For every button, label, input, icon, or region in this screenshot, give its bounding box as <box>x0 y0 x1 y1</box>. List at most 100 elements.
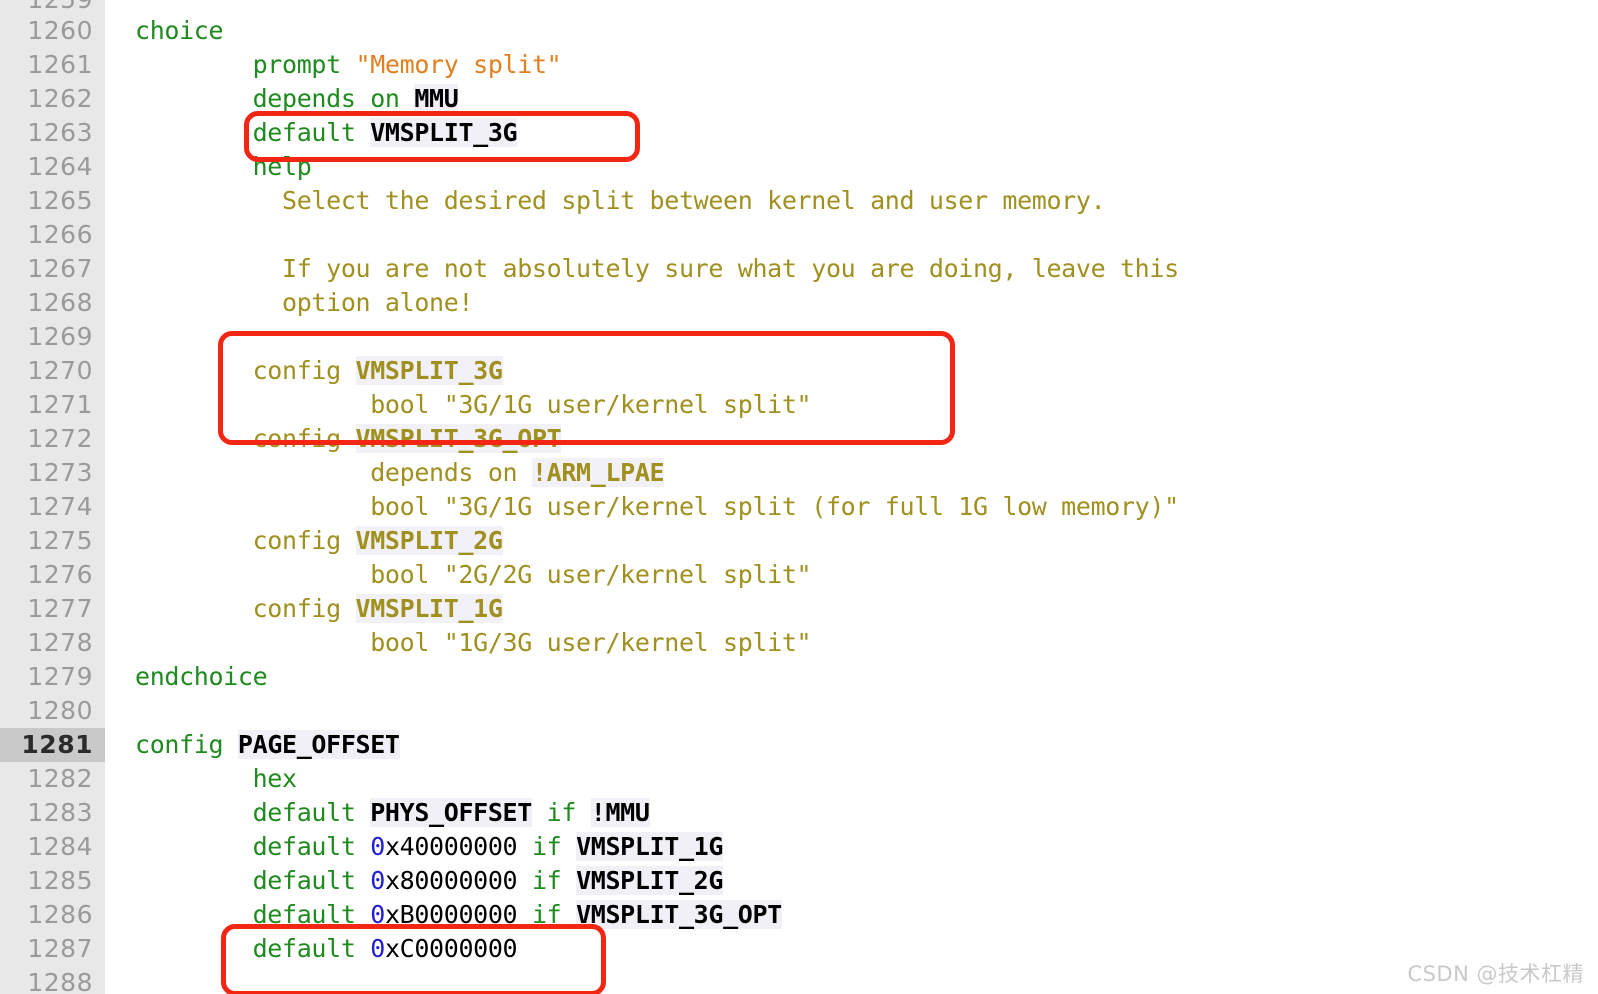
code-line[interactable]: 1284 default 0x40000000 if VMSPLIT_1G <box>0 830 1598 864</box>
line-number: 1264 <box>27 152 93 181</box>
code-line[interactable]: 1287 default 0xC0000000 <box>0 932 1598 966</box>
line-number: 1272 <box>27 424 93 453</box>
code-viewer: 12591260choice1261 prompt "Memory split"… <box>0 0 1598 994</box>
code-text[interactable]: config VMSPLIT_1G <box>135 592 503 626</box>
code-line[interactable]: 1279 endchoice <box>0 660 1598 694</box>
code-line[interactable]: 1273 depends on !ARM_LPAE <box>0 456 1598 490</box>
code-line[interactable]: 1261 prompt "Memory split" <box>0 48 1598 82</box>
code-text[interactable]: bool "3G/1G user/kernel split" <box>135 388 811 422</box>
line-number: 1262 <box>27 84 93 113</box>
code-text[interactable]: default PHYS_OFFSET if !MMU <box>135 796 650 830</box>
line-number: 1266 <box>27 220 93 249</box>
code-line[interactable]: 1280 <box>0 694 1598 728</box>
code-line[interactable]: 1272 config VMSPLIT_3G_OPT <box>0 422 1598 456</box>
line-number: 1287 <box>27 934 93 963</box>
code-token: xC0000000 <box>384 934 518 963</box>
code-line[interactable]: 1265 Select the desired split between ke… <box>0 184 1598 218</box>
code-line[interactable]: 1283 default PHYS_OFFSET if !MMU <box>0 796 1598 830</box>
line-number: 1280 <box>27 696 93 725</box>
code-token: xB0000000 <box>384 900 518 929</box>
code-token: VMSPLIT_2G <box>576 866 724 895</box>
code-text[interactable]: default VMSPLIT_3G <box>135 116 518 150</box>
line-number: 1286 <box>27 900 93 929</box>
code-line[interactable]: 1282 hex <box>0 762 1598 796</box>
code-line[interactable]: 1269 <box>0 320 1598 354</box>
code-text[interactable]: config PAGE_OFFSET <box>135 728 400 762</box>
code-token: option alone! <box>135 288 474 317</box>
line-number: 1270 <box>27 356 93 385</box>
code-text[interactable]: option alone! <box>135 286 473 320</box>
code-text[interactable]: hex <box>135 762 297 796</box>
code-token: default <box>135 866 371 895</box>
code-token: VMSPLIT_2G <box>355 526 503 555</box>
code-line[interactable]: 1267 If you are not absolutely sure what… <box>0 252 1598 286</box>
code-line[interactable]: 1278 bool "1G/3G user/kernel split" <box>0 626 1598 660</box>
line-number: 1275 <box>27 526 93 555</box>
code-text[interactable]: default 0xC0000000 <box>135 932 518 966</box>
code-text[interactable]: choice <box>135 14 224 48</box>
code-line[interactable]: 1285 default 0x80000000 if VMSPLIT_2G <box>0 864 1598 898</box>
code-token: VMSPLIT_3G <box>370 118 518 147</box>
code-token: config <box>135 730 238 759</box>
csdn-watermark: CSDN @技术杠精 <box>1407 962 1584 986</box>
code-line[interactable]: 1275 config VMSPLIT_2G <box>0 524 1598 558</box>
code-line[interactable]: 1286 default 0xB0000000 if VMSPLIT_3G_OP… <box>0 898 1598 932</box>
code-line[interactable]: 1268 option alone! <box>0 286 1598 320</box>
code-text[interactable]: Select the desired split between kernel … <box>135 184 1106 218</box>
line-number: 1271 <box>27 390 93 419</box>
code-text[interactable]: config VMSPLIT_3G_OPT <box>135 422 562 456</box>
line-number: 1267 <box>27 254 93 283</box>
code-line[interactable]: 1262 depends on MMU <box>0 82 1598 116</box>
code-text[interactable]: config VMSPLIT_2G <box>135 524 503 558</box>
code-text[interactable]: endchoice <box>135 660 268 694</box>
code-token: if <box>517 832 577 861</box>
code-token: endchoice <box>135 662 268 691</box>
code-token: VMSPLIT_3G_OPT <box>355 424 562 453</box>
code-text[interactable]: default 0xB0000000 if VMSPLIT_3G_OPT <box>135 898 782 932</box>
code-token: if <box>517 900 577 929</box>
code-line[interactable]: 1288 <box>0 966 1598 994</box>
code-line[interactable]: 1264 help <box>0 150 1598 184</box>
code-line[interactable]: 1274 bool "3G/1G user/kernel split (for … <box>0 490 1598 524</box>
code-text[interactable]: bool "1G/3G user/kernel split" <box>135 626 811 660</box>
code-text[interactable]: bool "2G/2G user/kernel split" <box>135 558 811 592</box>
code-token: VMSPLIT_3G_OPT <box>576 900 782 929</box>
code-line[interactable]: 1281 config PAGE_OFFSET <box>0 728 1598 762</box>
code-token: default <box>135 832 371 861</box>
code-token: config <box>135 526 356 555</box>
code-token: if <box>531 798 591 827</box>
line-number: 1283 <box>27 798 93 827</box>
line-number: 1288 <box>27 968 93 994</box>
code-token: !ARM_LPAE <box>531 458 665 487</box>
code-token: x40000000 <box>384 832 518 861</box>
code-token: !MMU <box>590 798 650 827</box>
code-text[interactable]: help <box>135 150 312 184</box>
code-token: PAGE_OFFSET <box>237 730 400 759</box>
code-token: config <box>135 424 356 453</box>
code-token: Select the desired split between kernel … <box>135 186 1106 215</box>
code-text[interactable]: depends on MMU <box>135 82 459 116</box>
code-text[interactable]: default 0x40000000 if VMSPLIT_1G <box>135 830 723 864</box>
line-number: 1284 <box>27 832 93 861</box>
code-token: bool "1G/3G user/kernel split" <box>135 628 812 657</box>
code-line[interactable]: 1276 bool "2G/2G user/kernel split" <box>0 558 1598 592</box>
code-text[interactable]: If you are not absolutely sure what you … <box>135 252 1179 286</box>
code-text[interactable]: default 0x80000000 if VMSPLIT_2G <box>135 864 723 898</box>
code-line[interactable]: 1266 <box>0 218 1598 252</box>
code-token: bool "3G/1G user/kernel split (for full … <box>135 492 1179 521</box>
code-text[interactable]: depends on !ARM_LPAE <box>135 456 665 490</box>
code-text[interactable]: bool "3G/1G user/kernel split (for full … <box>135 490 1179 524</box>
code-token: 0 <box>370 866 385 895</box>
code-token: default <box>135 118 371 147</box>
code-token: bool "2G/2G user/kernel split" <box>135 560 812 589</box>
code-text[interactable]: prompt "Memory split" <box>135 48 562 82</box>
code-line[interactable]: 1277 config VMSPLIT_1G <box>0 592 1598 626</box>
code-line[interactable]: 1263 default VMSPLIT_3G <box>0 116 1598 150</box>
code-text[interactable]: config VMSPLIT_3G <box>135 354 503 388</box>
code-line[interactable]: 1270 config VMSPLIT_3G <box>0 354 1598 388</box>
line-number: 1282 <box>27 764 93 793</box>
code-line[interactable]: 1260 choice <box>0 14 1598 48</box>
line-number: 1281 <box>0 728 105 762</box>
code-line[interactable]: 1271 bool "3G/1G user/kernel split" <box>0 388 1598 422</box>
line-number: 1260 <box>27 16 93 45</box>
